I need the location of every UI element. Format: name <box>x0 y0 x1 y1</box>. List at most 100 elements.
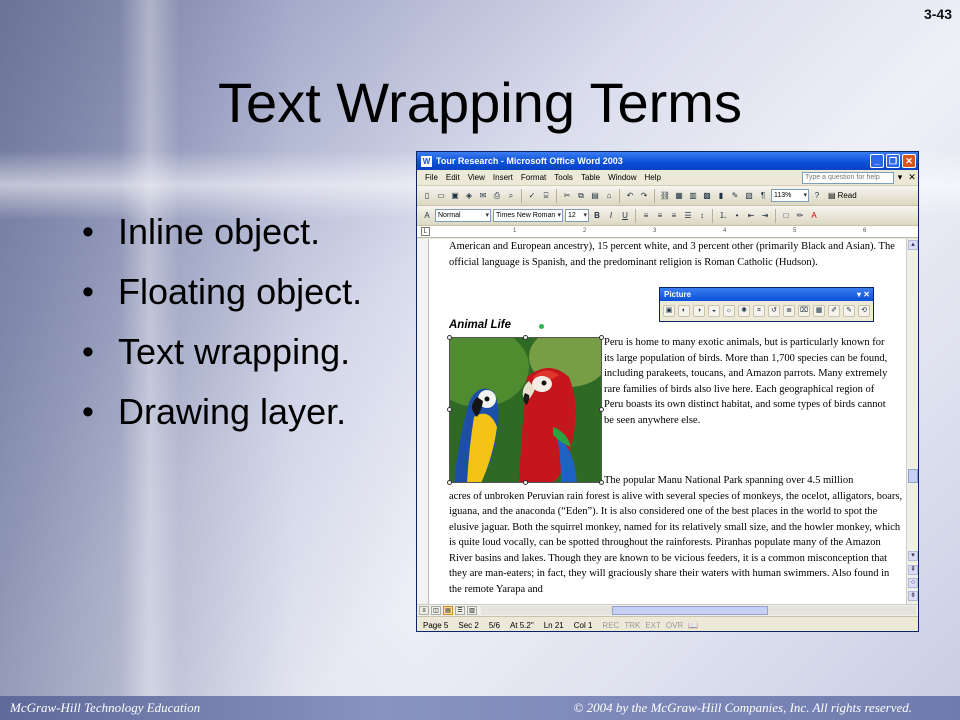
new-doc-icon[interactable]: ▯ <box>421 190 433 202</box>
set-transparent-icon[interactable]: ✎ <box>843 305 855 317</box>
paste-icon[interactable]: ▤ <box>589 190 601 202</box>
horizontal-ruler[interactable]: L 1 2 3 4 5 6 <box>417 226 918 238</box>
menu-edit[interactable]: Edit <box>442 173 464 182</box>
open-icon[interactable]: ▭ <box>435 190 447 202</box>
resize-handle[interactable] <box>447 335 452 340</box>
reset-picture-icon[interactable]: ⟲ <box>858 305 870 317</box>
menu-file[interactable]: File <box>421 173 442 182</box>
insert-picture-icon[interactable]: ▣ <box>663 305 675 317</box>
print-icon[interactable]: ⎙ <box>491 190 503 202</box>
close-button[interactable]: ✕ <box>902 154 916 168</box>
read-button[interactable]: ▤ Read <box>825 191 860 200</box>
toolbar-options-icon[interactable]: ▾ ✕ <box>857 288 870 301</box>
email-icon[interactable]: ✉ <box>477 190 489 202</box>
crop-icon[interactable]: ⌗ <box>753 305 765 317</box>
font-select[interactable]: Times New Roman <box>493 209 563 222</box>
scroll-down-icon[interactable]: ▾ <box>908 551 918 561</box>
menu-table[interactable]: Table <box>577 173 604 182</box>
highlight-icon[interactable]: ✏ <box>794 210 806 222</box>
line-style-icon[interactable]: ≣ <box>783 305 795 317</box>
font-color-icon[interactable]: A <box>808 210 820 222</box>
reading-layout-icon[interactable]: ▥ <box>467 606 477 615</box>
tab-selector-icon[interactable]: L <box>421 227 430 236</box>
web-layout-icon[interactable]: ◫ <box>431 606 441 615</box>
menu-help[interactable]: Help <box>641 173 665 182</box>
font-size-select[interactable]: 12 <box>565 209 589 222</box>
menu-view[interactable]: View <box>464 173 489 182</box>
align-right-icon[interactable]: ≡ <box>668 210 680 222</box>
redo-icon[interactable]: ↷ <box>638 190 650 202</box>
dropdown-arrow-icon[interactable]: ▾ <box>894 172 906 183</box>
picture-toolbar-title[interactable]: Picture ▾ ✕ <box>660 288 873 301</box>
status-trk[interactable]: TRK <box>624 621 640 630</box>
more-contrast-icon[interactable]: ◑ <box>693 305 705 317</box>
menu-format[interactable]: Format <box>517 173 550 182</box>
scroll-up-icon[interactable]: ▴ <box>908 240 918 250</box>
status-ext[interactable]: EXT <box>645 621 661 630</box>
spelling-icon[interactable]: ✓ <box>526 190 538 202</box>
italic-icon[interactable]: I <box>605 210 617 222</box>
resize-handle[interactable] <box>447 407 452 412</box>
menu-window[interactable]: Window <box>604 173 640 182</box>
compress-icon[interactable]: ⌧ <box>798 305 810 317</box>
scroll-thumb[interactable] <box>611 606 769 615</box>
normal-view-icon[interactable]: ≡ <box>419 606 429 615</box>
menu-tools[interactable]: Tools <box>550 173 577 182</box>
bullets-icon[interactable]: • <box>731 210 743 222</box>
align-center-icon[interactable]: ≡ <box>654 210 666 222</box>
vertical-scrollbar[interactable]: ▴ ▾ ⇞ ○ ⇟ <box>906 239 918 604</box>
bold-icon[interactable]: B <box>591 210 603 222</box>
text-wrapping-icon[interactable]: ▦ <box>813 305 825 317</box>
horizontal-scrollbar[interactable]: ≡ ◫ ▤ ☰ ▥ <box>417 604 918 616</box>
format-picture-icon[interactable]: ✐ <box>828 305 840 317</box>
select-browse-object-icon[interactable]: ○ <box>908 578 918 588</box>
line-spacing-icon[interactable]: ↕ <box>696 210 708 222</box>
help-icon[interactable]: ? <box>811 190 823 202</box>
drawing-icon[interactable]: ✎ <box>729 190 741 202</box>
styles-pane-icon[interactable]: A <box>421 210 433 222</box>
columns-icon[interactable]: ▮ <box>715 190 727 202</box>
document-map-icon[interactable]: ▧ <box>743 190 755 202</box>
spelling-status-icon[interactable]: 📖 <box>688 621 698 630</box>
minimize-button[interactable]: _ <box>870 154 884 168</box>
window-titlebar[interactable]: W Tour Research - Microsoft Office Word … <box>417 152 918 170</box>
outline-view-icon[interactable]: ☰ <box>455 606 465 615</box>
rotate-handle[interactable] <box>539 324 544 329</box>
insert-excel-icon[interactable]: ▩ <box>701 190 713 202</box>
permission-icon[interactable]: ◈ <box>463 190 475 202</box>
scroll-thumb[interactable] <box>908 469 918 483</box>
show-hide-icon[interactable]: ¶ <box>757 190 769 202</box>
less-contrast-icon[interactable]: ◒ <box>708 305 720 317</box>
zoom-select[interactable]: 113% <box>771 189 809 202</box>
previous-page-icon[interactable]: ⇞ <box>908 565 918 575</box>
underline-icon[interactable]: U <box>619 210 631 222</box>
hyperlink-icon[interactable]: ⛓ <box>659 190 671 202</box>
resize-handle[interactable] <box>523 335 528 340</box>
help-search-input[interactable]: Type a question for help <box>802 171 894 184</box>
less-brightness-icon[interactable]: ✺ <box>738 305 750 317</box>
copy-icon[interactable]: ⧉ <box>575 190 587 202</box>
color-icon[interactable]: ◐ <box>678 305 690 317</box>
cut-icon[interactable]: ✂ <box>561 190 573 202</box>
rotate-left-icon[interactable]: ↺ <box>768 305 780 317</box>
tables-borders-icon[interactable]: ▦ <box>673 190 685 202</box>
print-preview-icon[interactable]: ⌕ <box>505 190 517 202</box>
undo-icon[interactable]: ↶ <box>624 190 636 202</box>
align-left-icon[interactable]: ≡ <box>640 210 652 222</box>
save-icon[interactable]: ▣ <box>449 190 461 202</box>
justify-icon[interactable]: ☰ <box>682 210 694 222</box>
numbering-icon[interactable]: ⒈ <box>717 210 729 222</box>
research-icon[interactable]: ⌸ <box>540 190 552 202</box>
insert-table-icon[interactable]: ▥ <box>687 190 699 202</box>
format-painter-icon[interactable]: ⌂ <box>603 190 615 202</box>
decrease-indent-icon[interactable]: ⇤ <box>745 210 757 222</box>
print-layout-icon[interactable]: ▤ <box>443 606 453 615</box>
status-ovr[interactable]: OVR <box>666 621 683 630</box>
increase-indent-icon[interactable]: ⇥ <box>759 210 771 222</box>
scroll-track[interactable] <box>481 606 916 615</box>
doc-close-icon[interactable]: ✕ <box>906 172 918 183</box>
status-rec[interactable]: REC <box>602 621 619 630</box>
border-icon[interactable]: □ <box>780 210 792 222</box>
style-select[interactable]: Normal <box>435 209 491 222</box>
menu-insert[interactable]: Insert <box>489 173 517 182</box>
